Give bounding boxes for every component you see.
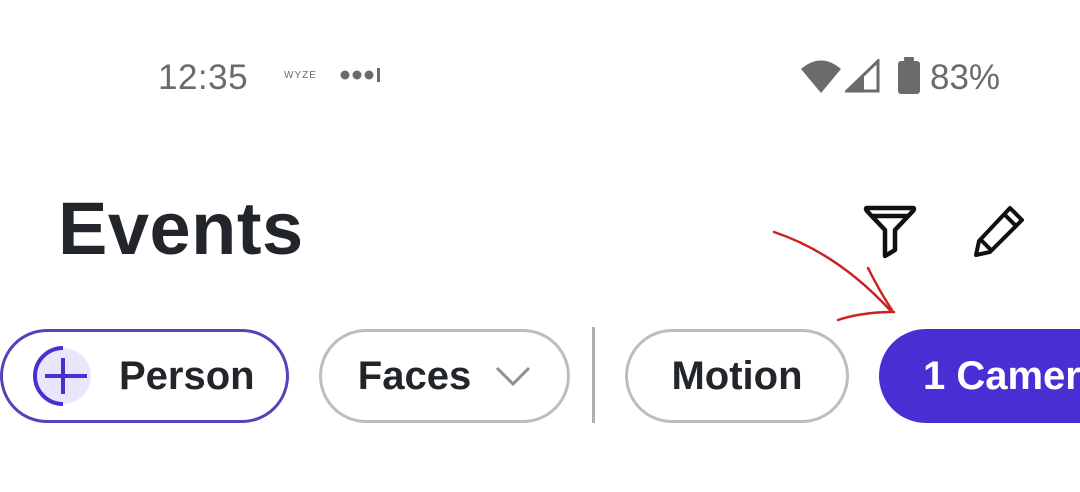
page-title: Events	[58, 187, 304, 270]
chip-faces-label: Faces	[357, 353, 472, 398]
chip-motion-label: Motion	[671, 353, 803, 398]
pencil-icon	[974, 206, 1024, 257]
annotation-arrow	[772, 230, 896, 322]
chip-motion[interactable]: Motion	[625, 329, 849, 423]
status-app-label: WYZE	[284, 70, 317, 81]
more-dots-icon	[340, 68, 380, 82]
cell-signal-icon	[845, 59, 880, 93]
battery-percent: 83%	[930, 58, 1001, 97]
chevron-down-icon	[496, 366, 531, 387]
chip-person[interactable]: Person	[0, 329, 289, 423]
chip-person-label: Person	[119, 353, 255, 398]
chip-faces[interactable]: Faces	[319, 329, 570, 423]
chip-divider	[592, 327, 595, 423]
chip-camera-label: 1 Camera	[923, 353, 1080, 398]
events-screen: 12:35 WYZE 83% Events Person Faces Motio…	[0, 0, 1080, 492]
wifi-icon	[801, 60, 841, 93]
edit-button[interactable]	[970, 200, 1030, 260]
battery-icon	[898, 57, 920, 94]
chip-camera[interactable]: 1 Camera	[879, 329, 1080, 423]
add-icon	[33, 346, 91, 406]
status-time: 12:35	[158, 58, 249, 97]
